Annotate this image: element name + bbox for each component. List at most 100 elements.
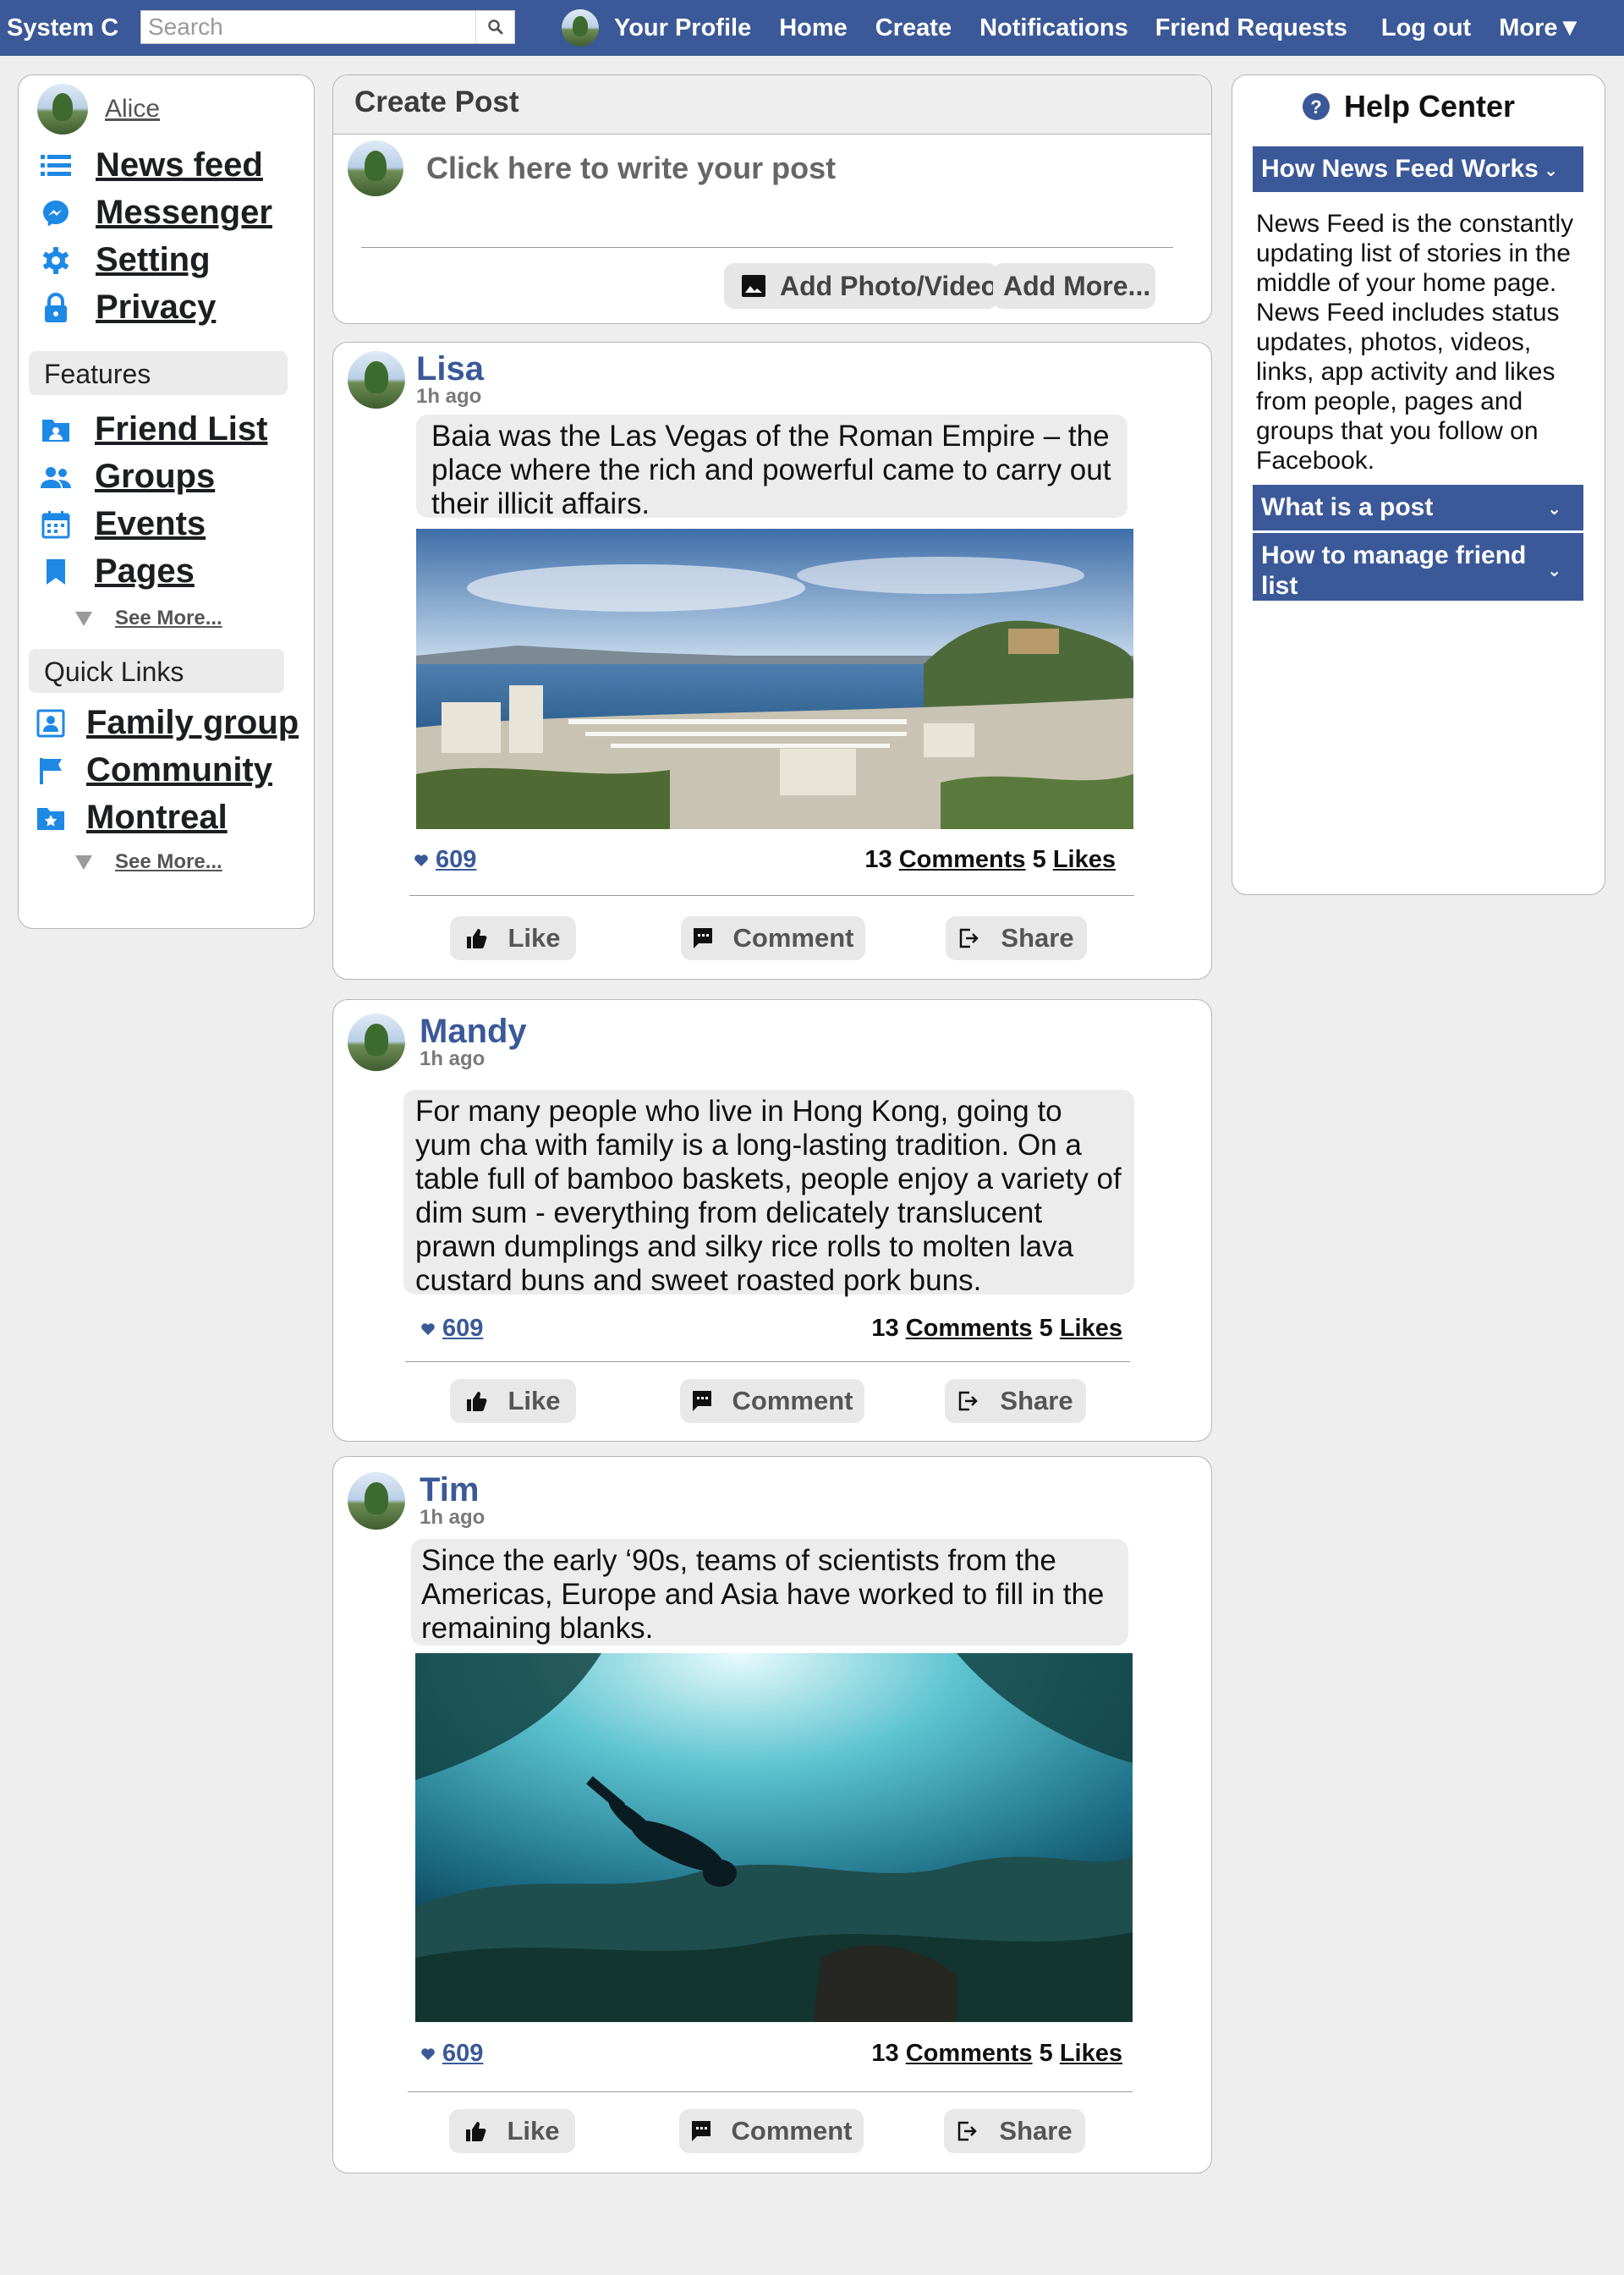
post-text: Baia was the Las Vegas of the Roman Empi… <box>416 415 1127 520</box>
post-author[interactable]: Tim <box>420 1473 485 1507</box>
quick-link-label: Montreal <box>86 799 228 836</box>
author-avatar[interactable] <box>348 1014 405 1071</box>
messenger-icon <box>39 196 73 230</box>
post-author[interactable]: Lisa <box>416 352 484 386</box>
sidebar-item-news-feed[interactable]: News feed <box>39 146 263 184</box>
share-icon <box>958 927 980 949</box>
lock-icon <box>39 291 73 325</box>
divider <box>409 895 1134 896</box>
divider <box>361 247 1173 248</box>
comments-link[interactable]: Comments <box>906 1315 1033 1342</box>
heart-count-value[interactable]: 609 <box>442 2040 483 2068</box>
post-card: Lisa 1h ago Baia was the Las Vegas of th… <box>332 342 1212 980</box>
share-icon <box>957 1390 979 1412</box>
see-more-features[interactable]: See More... <box>74 607 222 630</box>
likes-count: 5 <box>1032 846 1046 873</box>
help-center-label: Help Center <box>1344 89 1516 124</box>
quick-link-family-group[interactable]: Family group <box>34 704 299 742</box>
search-button[interactable] <box>475 11 514 43</box>
comments-count: 13 <box>864 846 892 873</box>
accordion-manage-friend-list[interactable]: How to manage friend list ⌄ <box>1253 533 1583 601</box>
post-image-harbor[interactable] <box>416 529 1133 829</box>
news-feed-icon <box>39 149 73 183</box>
create-post-panel: Create Post Click here to write your pos… <box>332 74 1212 324</box>
features-header: Features <box>29 351 288 395</box>
heart-count: 609 <box>420 2040 483 2068</box>
quick-link-montreal[interactable]: Montreal <box>34 799 228 837</box>
comments-link[interactable]: Comments <box>899 846 1026 873</box>
sidebar-item-messenger[interactable]: Messenger <box>39 194 272 232</box>
share-button[interactable]: Share <box>944 2109 1085 2153</box>
post-image-underwater-diver[interactable] <box>415 1653 1133 2022</box>
nav-your-profile-label: Your Profile <box>614 14 752 41</box>
nav-log-out[interactable]: Log out <box>1381 14 1471 42</box>
sidebar-user[interactable]: Alice <box>37 84 160 135</box>
profile-avatar <box>562 9 599 47</box>
nav-your-profile[interactable]: Your Profile <box>562 9 751 47</box>
share-label: Share <box>999 2116 1073 2146</box>
author-avatar[interactable] <box>348 1472 405 1530</box>
post-author[interactable]: Mandy <box>420 1014 527 1048</box>
write-post-input[interactable]: Click here to write your post <box>348 140 836 196</box>
comment-button[interactable]: Comment <box>681 916 865 960</box>
heart-icon <box>421 2047 435 2060</box>
author-avatar[interactable] <box>348 351 405 409</box>
user-avatar <box>348 140 403 196</box>
like-label: Like <box>508 923 561 953</box>
sidebar-item-setting[interactable]: Setting <box>39 241 211 279</box>
share-label: Share <box>1001 923 1074 953</box>
sidebar-item-events[interactable]: Events <box>39 505 206 543</box>
comment-button[interactable]: Comment <box>679 2109 864 2153</box>
comment-icon <box>692 1390 712 1412</box>
likes-link[interactable]: Likes <box>1053 846 1116 873</box>
flag-icon <box>34 754 68 788</box>
heart-count-value[interactable]: 609 <box>442 1315 483 1343</box>
nav-notifications[interactable]: Notifications <box>979 14 1128 42</box>
like-button[interactable]: Like <box>449 2109 575 2153</box>
likes-link[interactable]: Likes <box>1060 2040 1122 2067</box>
thumbs-up-icon <box>465 927 487 949</box>
sidebar-item-pages[interactable]: Pages <box>39 552 195 591</box>
sidebar-item-label: Pages <box>95 552 195 590</box>
nav-create[interactable]: Create <box>875 14 952 42</box>
likes-link[interactable]: Likes <box>1060 1315 1122 1342</box>
top-navigation-bar: System C Your Profile Home Create Notifi… <box>0 0 1624 56</box>
comments-count: 13 <box>871 2040 899 2067</box>
like-button[interactable]: Like <box>450 1379 576 1423</box>
app-title[interactable]: System C <box>7 14 140 42</box>
share-button[interactable]: Share <box>945 1379 1086 1423</box>
accordion-how-news-feed-works[interactable]: How News Feed Works ⌄ <box>1253 146 1583 192</box>
quick-link-community[interactable]: Community <box>34 751 272 789</box>
add-more-button[interactable]: Add More... <box>993 263 1155 309</box>
help-center-title: ? Help Center <box>1302 89 1515 124</box>
heart-count-value[interactable]: 609 <box>436 846 476 874</box>
nav-more-dropdown[interactable]: More▼ <box>1499 14 1582 42</box>
sidebar-item-label: Groups <box>95 458 216 495</box>
see-more-quick-links[interactable]: See More... <box>74 850 222 874</box>
bookmark-icon <box>39 555 73 589</box>
divider <box>405 1361 1130 1362</box>
add-photo-video-label: Add Photo/Video <box>780 270 998 301</box>
sidebar-item-privacy[interactable]: Privacy <box>39 288 216 327</box>
write-post-placeholder: Click here to write your post <box>426 151 837 185</box>
search-input[interactable] <box>141 11 475 43</box>
post-card: Tim 1h ago Since the early ‘90s, teams o… <box>332 1456 1212 2173</box>
comment-button[interactable]: Comment <box>680 1379 864 1423</box>
nav-friend-requests[interactable]: Friend Requests <box>1155 14 1347 42</box>
sidebar-item-label: Friend List <box>95 410 268 448</box>
like-button[interactable]: Like <box>450 916 576 960</box>
thumbs-up-icon <box>464 2120 486 2142</box>
search-icon <box>487 19 502 35</box>
sidebar-item-friend-list[interactable]: Friend List <box>39 410 267 448</box>
comments-link[interactable]: Comments <box>906 2040 1033 2067</box>
user-name[interactable]: Alice <box>105 95 160 124</box>
sidebar-item-label: Privacy <box>96 288 217 326</box>
accordion-what-is-a-post[interactable]: What is a post ⌄ <box>1253 485 1583 530</box>
create-post-title: Create Post <box>333 75 1211 135</box>
add-photo-video-button[interactable]: Add Photo/Video <box>724 263 998 309</box>
post-header: Tim 1h ago <box>348 1472 485 1530</box>
sidebar-item-groups[interactable]: Groups <box>39 458 215 496</box>
share-button[interactable]: Share <box>946 916 1087 960</box>
svg-text:?: ? <box>1310 96 1321 118</box>
nav-home[interactable]: Home <box>779 14 848 42</box>
